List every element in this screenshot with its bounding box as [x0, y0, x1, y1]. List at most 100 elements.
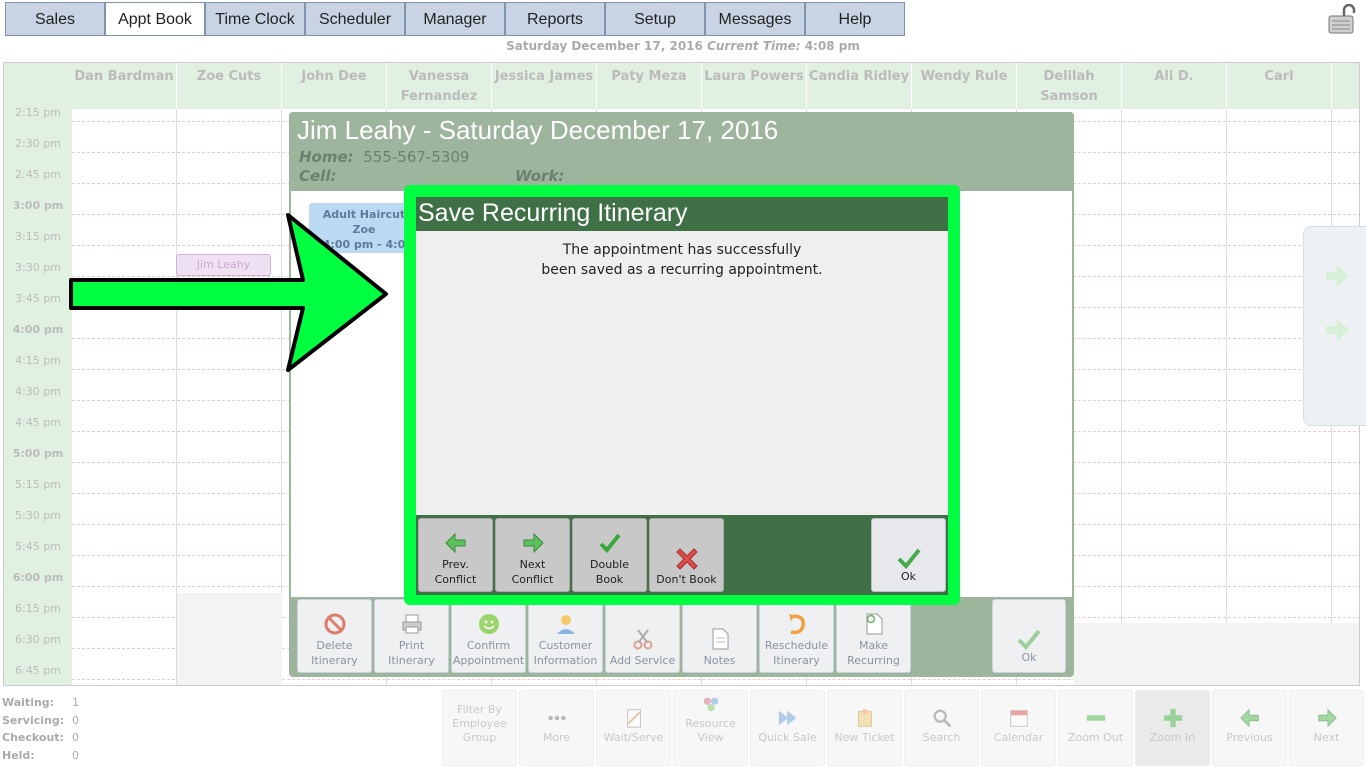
- cell-phone-row: Cell:: [299, 167, 336, 185]
- delete-itinerary-button[interactable]: Delete Itinerary: [297, 599, 372, 673]
- button-label: Add Service: [609, 654, 676, 667]
- button-label: Employee: [452, 717, 507, 730]
- unlock-icon[interactable]: [1326, 4, 1358, 34]
- time-label: 3:45 pm: [15, 292, 61, 305]
- button-label: Quick Sale: [758, 731, 817, 744]
- employee-header[interactable]: Zoe Cuts: [177, 63, 282, 109]
- tab-appt-book[interactable]: Appt Book: [105, 2, 205, 36]
- time-label: 2:30 pm: [15, 137, 61, 150]
- status-value: 0: [72, 748, 79, 762]
- time-label: 4:15 pm: [15, 354, 61, 367]
- button-label: Delete: [316, 639, 353, 652]
- search-button[interactable]: Search: [904, 690, 979, 766]
- customer-information-button[interactable]: Customer Information: [528, 599, 603, 673]
- tab-sales[interactable]: Sales: [5, 2, 105, 36]
- right-arrow-icon[interactable]: [1322, 315, 1352, 345]
- button-label: Itinerary: [773, 654, 820, 667]
- time-label: 3:30 pm: [15, 261, 61, 274]
- checkmark-icon: [1017, 629, 1041, 650]
- reschedule-itinerary-button[interactable]: Reschedule Itinerary: [759, 599, 834, 673]
- status-label: Waiting:: [2, 696, 55, 709]
- employee-header[interactable]: Wendy Rule: [912, 63, 1017, 109]
- employee-header[interactable]: Carl: [1227, 63, 1332, 109]
- notes-button[interactable]: Notes: [682, 599, 757, 673]
- next-button[interactable]: Next: [1289, 690, 1364, 766]
- resource-view-button[interactable]: Resource View: [673, 690, 748, 766]
- left-arrow-icon: [1239, 708, 1259, 728]
- make-recurring-button[interactable]: Make Recurring: [836, 599, 911, 673]
- modal-toolbar: Ok Prev. Conflict Next Conflict Double Book Do…: [416, 515, 948, 595]
- employee-header[interactable]: Paty Meza: [597, 63, 702, 109]
- prev-conflict-button[interactable]: Prev. Conflict: [418, 518, 493, 592]
- button-label: Next: [1313, 731, 1340, 744]
- button-label: Zoom Out: [1067, 731, 1124, 744]
- tab-messages[interactable]: Messages: [705, 2, 805, 36]
- tab-time-clock[interactable]: Time Clock: [205, 2, 305, 36]
- next-conflict-button[interactable]: Next Conflict: [495, 518, 570, 592]
- zoom-in-button[interactable]: Zoom In: [1135, 690, 1210, 766]
- right-arrow-icon: [523, 532, 544, 554]
- quick-sale-button[interactable]: Quick Sale: [750, 690, 825, 766]
- bottom-toolbar: Filter By Employee Group More Wait/Serve Reso…: [442, 690, 1366, 768]
- tab-reports[interactable]: Reports: [505, 2, 605, 36]
- employee-name: Ed: [1332, 67, 1359, 87]
- employee-header[interactable]: Ed: [1332, 63, 1359, 109]
- tab-scheduler[interactable]: Scheduler: [305, 2, 405, 36]
- employee-name: Paty Meza: [611, 69, 687, 84]
- employee-header[interactable]: Laura Powers: [702, 63, 807, 109]
- don-t-book-button[interactable]: Don't Book: [649, 518, 724, 592]
- employee-name: Ali D.: [1154, 69, 1194, 84]
- right-arrow-icon[interactable]: [1322, 261, 1352, 291]
- employee-header[interactable]: Delilah Samson: [1017, 63, 1122, 109]
- calendar-button[interactable]: Calendar: [981, 690, 1056, 766]
- tab-help[interactable]: Help: [805, 2, 905, 36]
- employee-column[interactable]: [72, 109, 177, 685]
- double-book-button[interactable]: Double Book: [572, 518, 647, 592]
- button-label: Confirm: [466, 639, 511, 652]
- employee-name: Fernandez: [400, 89, 478, 104]
- cell-label: Cell:: [299, 167, 337, 185]
- employee-header[interactable]: Dan Bardman: [72, 63, 177, 109]
- confirm-appointment-button[interactable]: Confirm Appointment: [451, 599, 526, 673]
- employee-header[interactable]: John Dee: [282, 63, 387, 109]
- zoom-out-button[interactable]: Zoom Out: [1058, 690, 1133, 766]
- tab-setup[interactable]: Setup: [605, 2, 705, 36]
- button-label: Previous: [1226, 731, 1273, 744]
- ticket-icon: [857, 708, 872, 727]
- button-label: Conflict: [511, 573, 554, 586]
- time-column: 2:15 pm 2:30 pm 2:45 pm 3:00 pm 3:15 pm 3:30 …: [4, 63, 72, 685]
- button-label: Customer: [538, 639, 593, 652]
- blocked-time: [177, 593, 282, 685]
- time-label: 3:00 pm: [12, 199, 64, 212]
- button-label: Book: [595, 573, 624, 586]
- time-label: 5:15 pm: [15, 478, 61, 491]
- tab-divider: [5, 35, 905, 36]
- itinerary-ok-button[interactable]: Ok: [992, 599, 1066, 673]
- employee-header[interactable]: Jessica James: [492, 63, 597, 109]
- modal-ok-button[interactable]: Ok: [871, 518, 946, 592]
- queue-status: Waiting: 1 Servicing: 0 Checkout: 0 Held: 0: [2, 694, 142, 764]
- more-button[interactable]: More: [519, 690, 594, 766]
- left-arrow-icon: [444, 532, 465, 554]
- time-label: 5:00 pm: [12, 447, 64, 460]
- button-label: Make: [859, 639, 888, 652]
- employee-header[interactable]: Ali D.: [1122, 63, 1227, 109]
- date-bar: Saturday December 17, 2016 Current Time:…: [0, 39, 1366, 53]
- employee-column[interactable]: [1122, 109, 1227, 685]
- print-itinerary-button[interactable]: Print Itinerary: [374, 599, 449, 673]
- button-label: Itinerary: [311, 654, 358, 667]
- employee-header[interactable]: Candia Ridley: [807, 63, 912, 109]
- new-ticket-button[interactable]: New Ticket: [827, 690, 902, 766]
- time-label: 2:45 pm: [15, 168, 61, 181]
- add-service-button[interactable]: Add Service: [605, 599, 680, 673]
- employee-name: Wendy Rule: [920, 69, 1008, 84]
- button-label: Information: [533, 654, 598, 667]
- top-tab-bar: Sales Appt Book Time Clock Scheduler Manager…: [0, 0, 1366, 36]
- tab-manager[interactable]: Manager: [405, 2, 505, 36]
- time-label: 6:00 pm: [12, 571, 64, 584]
- filter-by-employee-group-button[interactable]: Filter By Employee Group: [442, 690, 517, 766]
- employee-header[interactable]: Vanessa Fernandez: [387, 63, 492, 109]
- right-arrow-icon: [1317, 708, 1337, 728]
- previous-button[interactable]: Previous: [1212, 690, 1287, 766]
- wait-serve-button[interactable]: Wait/Serve: [596, 690, 671, 766]
